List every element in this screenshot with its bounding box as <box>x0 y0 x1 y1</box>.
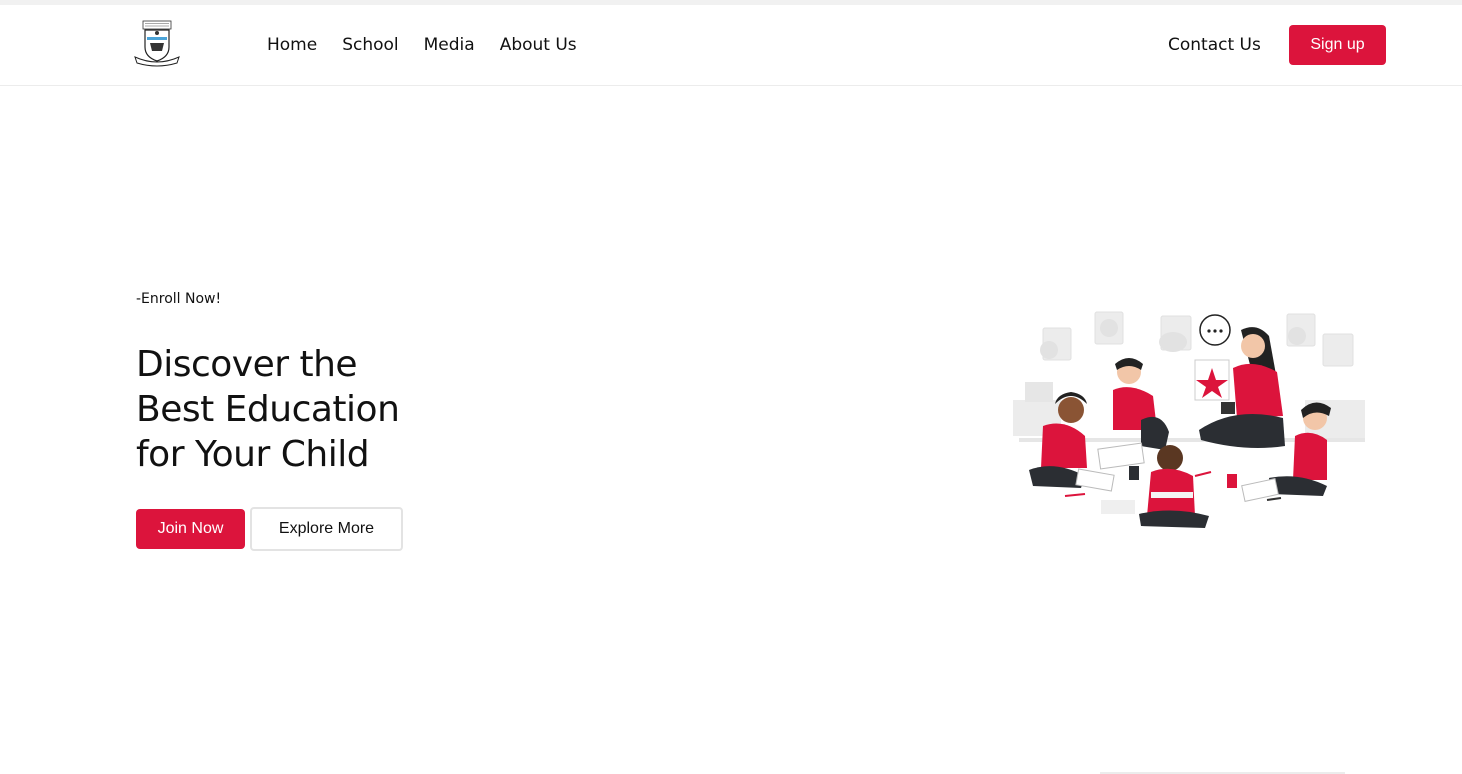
main-nav: Home School Media About Us <box>267 33 602 57</box>
hero-headline: Discover the Best Education for Your Chi… <box>136 342 556 477</box>
headline-line-2: Best Education <box>136 389 400 430</box>
headline-line-3: for Your Child <box>136 434 370 475</box>
headline-line-1: Discover the <box>136 344 358 385</box>
hero-cta-row: Join Now Explore More <box>136 507 403 551</box>
nav-media[interactable]: Media <box>424 33 475 57</box>
signup-button[interactable]: Sign up <box>1289 25 1386 65</box>
school-crest-icon[interactable] <box>133 19 181 67</box>
nav-contact-us[interactable]: Contact Us <box>1168 33 1261 57</box>
hero-text: -Enroll Now! Discover the Best Education… <box>136 290 556 477</box>
enroll-eyebrow: -Enroll Now! <box>136 291 222 307</box>
explore-more-button[interactable]: Explore More <box>250 507 403 551</box>
nav-school[interactable]: School <box>342 33 398 57</box>
nav-home[interactable]: Home <box>267 33 317 57</box>
teacher-with-children-illustration <box>1013 311 1365 528</box>
navbar: Home School Media About Us Contact Us Si… <box>0 5 1462 86</box>
join-now-button[interactable]: Join Now <box>136 509 245 549</box>
nav-about-us[interactable]: About Us <box>500 33 577 57</box>
